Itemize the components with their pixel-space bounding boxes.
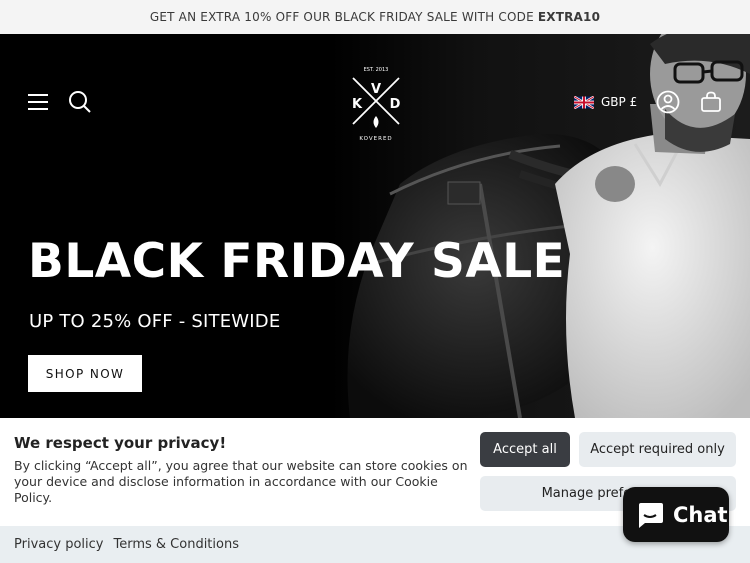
account-icon (656, 90, 680, 114)
search-button[interactable] (66, 88, 94, 116)
hero-title: BLACK FRIDAY SALE (28, 234, 566, 289)
accept-all-button[interactable]: Accept all (480, 432, 570, 467)
privacy-policy-link[interactable]: Privacy policy (14, 537, 103, 552)
logo-brand: KOVERED (359, 136, 392, 142)
flag-uk-icon (574, 95, 594, 109)
cart-button[interactable] (698, 89, 724, 115)
account-button[interactable] (654, 88, 682, 116)
chat-button[interactable]: Chat (623, 487, 729, 542)
menu-icon (28, 94, 48, 110)
shop-now-button[interactable]: SHOP NOW (28, 355, 142, 392)
logo-letter-d: D (390, 97, 401, 112)
logo-letter-k: K (352, 97, 363, 112)
currency-label: GBP £ (601, 95, 638, 109)
terms-link[interactable]: Terms & Conditions (113, 537, 239, 552)
accept-required-button[interactable]: Accept required only (579, 432, 736, 467)
menu-button[interactable] (24, 90, 52, 114)
search-icon (69, 91, 91, 113)
announcement-bar: GET AN EXTRA 10% OFF OUR BLACK FRIDAY SA… (0, 0, 750, 34)
hero-banner: EST. 2013 V K D KOVERED GBP £ BLACK FRID (0, 34, 750, 418)
logo-est: EST. 2013 (364, 67, 389, 73)
chat-icon (639, 502, 663, 528)
kovered-logo[interactable]: EST. 2013 V K D KOVERED (345, 66, 407, 144)
logo-letter-v: V (371, 82, 381, 97)
chat-label: Chat (673, 502, 728, 527)
cart-icon (701, 91, 721, 112)
cookie-title: We respect your privacy! (14, 434, 227, 452)
hero-subtitle: UP TO 25% OFF - SITEWIDE (29, 311, 281, 332)
discount-code: EXTRA10 (537, 10, 601, 24)
cookie-text: By clicking “Accept all”, you agree that… (14, 458, 468, 505)
announcement-text: GET AN EXTRA 10% OFF OUR BLACK FRIDAY SA… (149, 10, 534, 24)
currency-selector[interactable]: GBP £ (574, 91, 637, 113)
